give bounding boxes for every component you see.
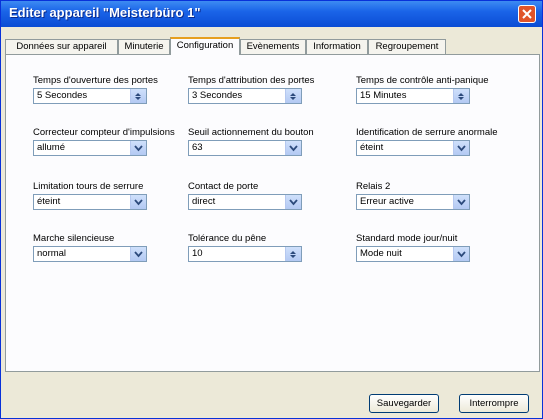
field-label: Temps d'ouverture des portes (33, 75, 158, 86)
field-label: Seuil actionnement du bouton (188, 127, 314, 138)
tab-configuration[interactable]: Configuration (170, 37, 240, 55)
field-value: Mode nuit (360, 248, 402, 259)
relay-2-dropdown[interactable]: Erreur active (356, 194, 470, 210)
spinner-arrows-icon[interactable] (130, 89, 146, 103)
field-value: éteint (360, 142, 384, 153)
close-icon (522, 9, 532, 19)
spinner-arrows-icon[interactable] (285, 247, 301, 261)
bolt-tolerance-spinner[interactable]: 10 (188, 246, 302, 262)
pulse-counter-dropdown[interactable]: allumé (33, 140, 147, 156)
field-value: 15 Minutes (360, 90, 407, 101)
close-button[interactable] (518, 5, 536, 23)
field-value: normal (37, 248, 67, 259)
chevron-down-icon[interactable] (453, 195, 469, 209)
day-night-mode-dropdown[interactable]: Mode nuit (356, 246, 470, 262)
silent-mode-dropdown[interactable]: normal (33, 246, 147, 262)
chevron-down-icon[interactable] (285, 141, 301, 155)
chevron-down-icon[interactable] (453, 247, 469, 261)
field-value: direct (192, 196, 216, 207)
tab-information[interactable]: Information (306, 39, 368, 54)
dialog-window: Editer appareil "Meisterbüro 1" Données … (0, 0, 543, 419)
save-button[interactable]: Sauvegarder (369, 394, 439, 413)
field-value: Erreur active (360, 196, 414, 207)
abnormal-lock-dropdown[interactable]: éteint (356, 140, 470, 156)
field-label: Marche silencieuse (33, 233, 115, 244)
field-label: Limitation tours de serrure (33, 181, 144, 192)
chevron-down-icon[interactable] (285, 195, 301, 209)
configuration-panel: Temps d'ouverture des portes 5 Secondes … (5, 54, 540, 372)
field-label: Contact de porte (188, 181, 259, 192)
spinner-arrows-icon[interactable] (453, 89, 469, 103)
field-value: 5 Secondes (37, 90, 88, 101)
button-threshold-dropdown[interactable]: 63 (188, 140, 302, 156)
door-assign-time-spinner[interactable]: 3 Secondes (188, 88, 302, 104)
field-label: Temps de contrôle anti-panique (356, 75, 489, 86)
field-label: Tolérance du pêne (188, 233, 267, 244)
field-label: Relais 2 (356, 181, 391, 192)
window-title: Editer appareil "Meisterbüro 1" (9, 5, 201, 20)
tab-donnees-appareil[interactable]: Données sur appareil (5, 39, 118, 54)
field-value: allumé (37, 142, 65, 153)
field-value: éteint (37, 196, 61, 207)
tab-evenements[interactable]: Evènements (240, 39, 306, 54)
field-label: Identification de serrure anormale (356, 127, 498, 138)
field-label: Correcteur compteur d'impulsions (33, 127, 175, 138)
field-value: 3 Secondes (192, 90, 243, 101)
tab-minuterie[interactable]: Minuterie (118, 39, 170, 54)
spinner-arrows-icon[interactable] (285, 89, 301, 103)
chevron-down-icon[interactable] (130, 247, 146, 261)
panic-control-time-spinner[interactable]: 15 Minutes (356, 88, 470, 104)
chevron-down-icon[interactable] (453, 141, 469, 155)
chevron-down-icon[interactable] (130, 141, 146, 155)
cancel-button[interactable]: Interrompre (459, 394, 529, 413)
door-open-time-spinner[interactable]: 5 Secondes (33, 88, 147, 104)
tab-regroupement[interactable]: Regroupement (368, 39, 446, 54)
field-label: Temps d'attribution des portes (188, 75, 315, 86)
field-label: Standard mode jour/nuit (356, 233, 458, 244)
field-value: 10 (192, 248, 203, 259)
title-bar[interactable]: Editer appareil "Meisterbüro 1" (1, 1, 542, 27)
lock-turns-dropdown[interactable]: éteint (33, 194, 147, 210)
door-contact-dropdown[interactable]: direct (188, 194, 302, 210)
field-value: 63 (192, 142, 203, 153)
chevron-down-icon[interactable] (130, 195, 146, 209)
